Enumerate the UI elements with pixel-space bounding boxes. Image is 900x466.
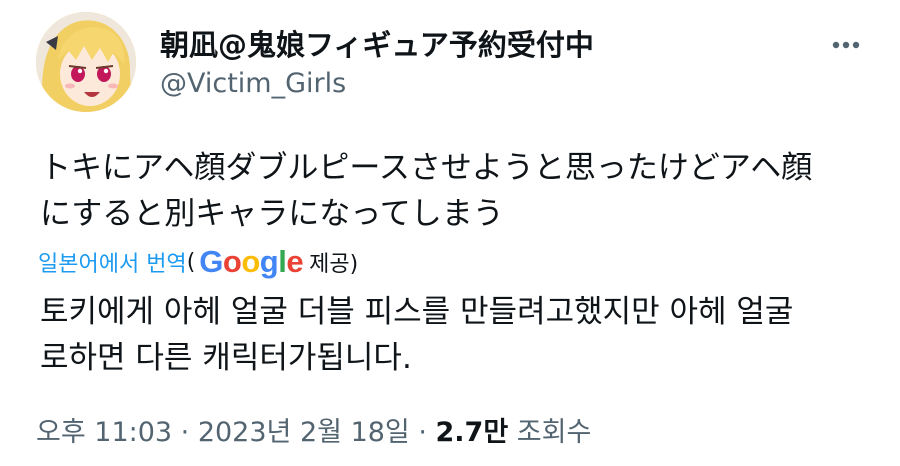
views-count[interactable]: 2.7만 [436, 417, 509, 448]
user-handle[interactable]: @Victim_Girls [160, 68, 346, 99]
provided-by-label: 제공) [309, 252, 359, 277]
tweet-date[interactable]: 2023년 2월 18일 [198, 417, 410, 448]
translated-from-link[interactable]: 일본어에서 번역 [38, 246, 187, 278]
tweet-text: トキにアヘ顔ダブルピースさせようと思ったけどアヘ顔 にすると別キャラになってしま… [40, 145, 875, 237]
tweet-text-line: トキにアヘ顔ダブルピースさせようと思ったけどアヘ顔 [40, 150, 813, 186]
tweet-text-line: にすると別キャラになってしまう [40, 196, 504, 232]
translation-attribution: 일본어에서 번역 ( Google 제공) [38, 244, 358, 280]
meta-separator: · [172, 417, 198, 448]
translated-text-line: 토키에게 아헤 얼굴 더블 피스를 만들려고했지만 아헤 얼굴 [40, 294, 794, 330]
more-horizontal-icon [832, 41, 860, 49]
tweet-meta: 오후 11:03 · 2023년 2월 18일 · 2.7만 조회수 [36, 410, 591, 449]
views-label: 조회수 [516, 417, 592, 448]
google-logo: Google [199, 244, 304, 279]
meta-separator: · [409, 417, 436, 448]
avatar-image [36, 12, 136, 112]
display-name[interactable]: 朝凪@鬼娘フィギュア予約受付中 [160, 22, 594, 64]
tweet-time[interactable]: 오후 11:03 [36, 417, 172, 448]
avatar[interactable] [36, 12, 136, 112]
translated-text-line: 로하면 다른 캐릭터가됩니다. [40, 340, 412, 376]
translated-text: 토키에게 아헤 얼굴 더블 피스를 만들려고했지만 아헤 얼굴 로하면 다른 캐… [40, 289, 875, 381]
open-paren: ( [186, 249, 196, 275]
more-options-button[interactable] [826, 30, 866, 60]
